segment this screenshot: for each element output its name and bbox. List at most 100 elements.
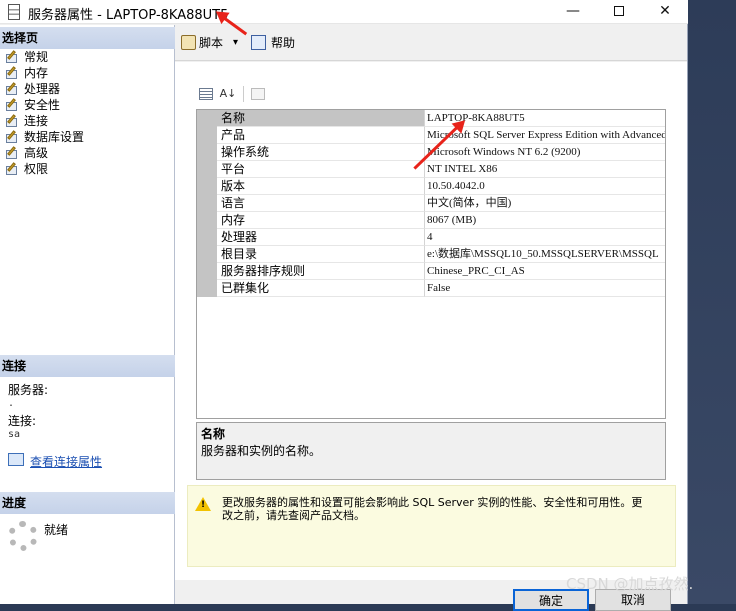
page-item-label: 处理器 [24,82,61,96]
wrench-icon [4,82,20,95]
progress-header: 进度 [0,492,175,514]
toolbar-divider [243,86,244,102]
alphabetical-button[interactable]: A↓ [219,85,237,103]
property-key: 版本 [217,178,425,195]
page-item-label: 内存 [24,66,49,80]
wrench-icon [4,146,20,159]
page-item-security[interactable]: 安全性 [0,97,175,113]
property-value: 中文(简体，中国) [425,195,665,212]
page-item-label: 高级 [24,146,49,160]
row-gutter [197,127,217,144]
property-pages-button[interactable] [249,85,267,103]
property-row-language[interactable]: 语言 中文(简体，中国) [197,195,665,212]
progress-spinner-icon [8,521,38,551]
page-item-advanced[interactable]: 高级 [0,145,175,161]
left-pane: 选择页 常规 内存 处理器 安全性 连接 数据库设置 高级 权限 连接 服务器:… [0,25,175,604]
warning-text: 更改服务器的属性和设置可能会影响此 SQL Server 实例的性能、安全性和可… [222,496,643,522]
property-key: 平台 [217,161,425,178]
maximize-button[interactable] [596,0,642,24]
row-gutter [197,144,217,161]
view-connection-properties-link[interactable]: 查看连接属性 [8,453,173,470]
page-item-label: 权限 [24,162,49,176]
toolbar: 脚本 ▾ 帮助 [175,25,687,61]
connection-properties-icon [8,453,24,466]
property-value: Microsoft Windows NT 6.2 (9200) [425,144,665,161]
close-button[interactable]: ✕ [642,0,688,24]
title-bar[interactable]: 服务器属性 - LAPTOP-8KA88UT5 — ✕ [0,0,688,24]
property-value: False [425,280,665,297]
page-list: 常规 内存 处理器 安全性 连接 数据库设置 高级 权限 [0,49,175,177]
property-row-collation[interactable]: 服务器排序规则 Chinese_PRC_CI_AS [197,263,665,280]
connection-info: 服务器: . 连接: sa 查看连接属性 [8,381,173,470]
description-text: 服务器和实例的名称。 [201,444,322,458]
connection-value: sa [8,429,21,440]
property-grid: 名称LAPTOP-8KA88UT5 产品Microsoft SQL Server… [196,109,666,419]
property-row-version[interactable]: 版本 10.50.4042.0 [197,178,665,195]
server-value: . [8,398,15,409]
property-key: 已群集化 [217,280,425,297]
maximize-icon [614,6,624,16]
warning-icon: ! [195,497,211,511]
page-item-database-settings[interactable]: 数据库设置 [0,129,175,145]
row-gutter [197,161,217,178]
property-key: 名称 [217,110,425,127]
property-row-root-directory[interactable]: 根目录 e:\数据库\MSSQL10_50.MSSQLSERVER\MSSQL [197,246,665,263]
server-app-icon [8,4,20,20]
property-row-name[interactable]: 名称 LAPTOP-8KA88UT5 [197,110,665,127]
property-key: 服务器排序规则 [217,263,425,280]
progress-status: 就绪 [44,523,69,537]
help-button[interactable]: 帮助 [251,34,295,52]
warning-banner: ! 更改服务器的属性和设置可能会影响此 SQL Server 实例的性能、安全性… [187,485,676,567]
page-item-connections[interactable]: 连接 [0,113,175,129]
property-description-panel: 名称 服务器和实例的名称。 [196,422,666,480]
description-title: 名称 [201,427,226,441]
minimize-button[interactable]: — [550,0,596,24]
page-item-label: 安全性 [24,98,61,112]
page-item-memory[interactable]: 内存 [0,65,175,81]
property-row-product[interactable]: 产品Microsoft SQL Server Express Edition w… [197,127,665,144]
property-value: NT INTEL X86 [425,161,665,178]
row-gutter [197,246,217,263]
property-row-memory[interactable]: 内存 8067 (MB) [197,212,665,229]
property-value: e:\数据库\MSSQL10_50.MSSQLSERVER\MSSQL [425,246,665,263]
wrench-icon [4,98,20,111]
property-row-clustered[interactable]: 已群集化 False [197,280,665,297]
row-gutter [197,195,217,212]
wrench-icon [4,162,20,175]
select-page-header: 选择页 [0,27,175,49]
content-area: A↓ 名称LAPTOP-8KA88UT5 产品Microsoft SQL Ser… [175,62,687,580]
page-item-label: 连接 [24,114,49,128]
row-gutter [197,280,217,297]
link-label: 查看连接属性 [30,455,103,469]
property-key: 根目录 [217,246,425,263]
window-title: 服务器属性 - LAPTOP-8KA88UT5 [28,8,229,23]
property-key: 操作系统 [217,144,425,161]
property-row-processors[interactable]: 处理器 4 [197,229,665,246]
page-item-general[interactable]: 常规 [0,49,175,65]
property-row-platform[interactable]: 平台 NT INTEL X86 [197,161,665,178]
property-value: 8067 (MB) [425,212,665,229]
wrench-icon [4,114,20,127]
help-icon [251,35,266,50]
page-item-label: 数据库设置 [24,130,85,144]
property-key: 处理器 [217,229,425,246]
page-item-label: 常规 [24,50,49,64]
property-value: 10.50.4042.0 [425,178,665,195]
connection-label: 连接: [8,414,37,428]
main-panel: 脚本 ▾ 帮助 A↓ 名称LAPTOP-8KA88UT5 产品Microsoft… [175,25,687,580]
property-value: Chinese_PRC_CI_AS [425,263,665,280]
categorized-button[interactable] [197,85,215,103]
property-key: 内存 [217,212,425,229]
page-item-processors[interactable]: 处理器 [0,81,175,97]
script-label: 脚本 [199,36,224,50]
property-key: 产品 [217,127,425,144]
row-gutter [197,263,217,280]
row-gutter [197,212,217,229]
page-item-permissions[interactable]: 权限 [0,161,175,177]
property-pages-icon [251,88,265,100]
script-button[interactable]: 脚本 [181,34,223,52]
script-dropdown-arrow[interactable]: ▾ [233,34,238,52]
watermark: CSDN @加点孜然. [566,575,694,593]
categorized-icon [199,88,213,100]
desktop-background [688,0,736,604]
